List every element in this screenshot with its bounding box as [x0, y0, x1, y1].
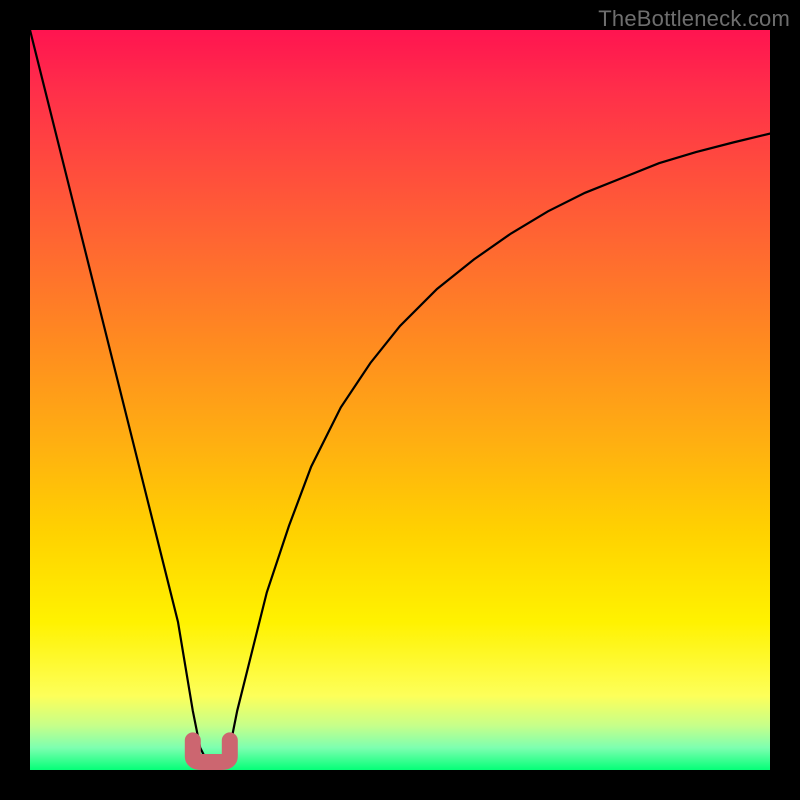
plot-area: [30, 30, 770, 770]
minimum-marker: [193, 740, 230, 762]
chart-frame: TheBottleneck.com: [0, 0, 800, 800]
bottleneck-curve: [30, 30, 770, 770]
watermark-text: TheBottleneck.com: [598, 6, 790, 32]
curve-layer: [30, 30, 770, 770]
